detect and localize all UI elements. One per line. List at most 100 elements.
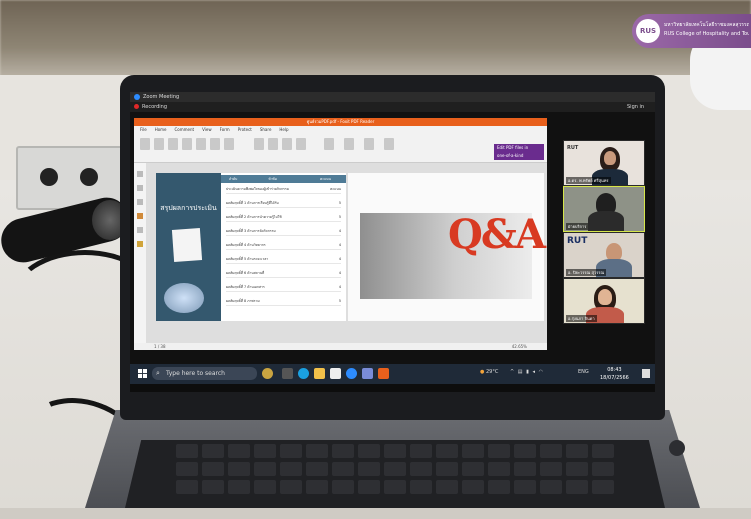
network-icon[interactable]: ▤ (518, 369, 524, 375)
participant-logo: RUT (567, 236, 588, 246)
participant-tile[interactable]: RUT อ. ปิยะวรรณ สุวรรณ (563, 232, 645, 278)
select-tool-icon[interactable] (154, 138, 164, 150)
table-cell: ประเมินความพึงพอใจของผู้เข้าร่วมกิจกรรม (226, 187, 289, 191)
store-icon[interactable] (330, 368, 341, 379)
tab-home[interactable]: Home (155, 126, 167, 134)
key (358, 462, 380, 476)
taskbar-clock[interactable]: 08:43 18/07/2566 (600, 366, 629, 382)
key (384, 444, 406, 458)
key (592, 462, 614, 476)
wifi-icon[interactable]: ◠ (539, 369, 544, 375)
key (462, 444, 484, 458)
participant-tile[interactable]: ฝ่ายบริการ (563, 186, 645, 232)
table-cell: ผลสัมฤทธิ์ที่ 5 (226, 257, 247, 261)
participant-logo: RUT (567, 145, 579, 151)
pages-panel-icon[interactable] (137, 185, 143, 191)
file-explorer-icon[interactable] (314, 368, 325, 379)
zoom-level[interactable]: 42.65% (512, 343, 527, 350)
table-row: ผลสัมฤทธิ์ที่ 5 ด้านระยะเวลา 4 (226, 256, 341, 264)
table-cell: 5 (338, 215, 341, 219)
table-cell: 4 (338, 243, 341, 247)
weather-widget[interactable]: ● 29°C (480, 369, 498, 375)
typewriter-icon[interactable] (254, 138, 264, 150)
layers-panel-icon[interactable] (137, 199, 143, 205)
chevron-up-icon[interactable]: ^ (510, 369, 515, 375)
tab-form[interactable]: Form (220, 126, 230, 134)
table-row: ผลสัมฤทธิ์ที่ 4 ด้านวิทยากร 4 (226, 242, 341, 250)
key (436, 480, 458, 494)
bookmark-icon[interactable] (296, 138, 306, 150)
key (410, 444, 432, 458)
snapshot-icon[interactable] (168, 138, 178, 150)
participant-body (588, 211, 624, 231)
promo-banner[interactable]: Edit PDF files in one-of-a-kind (494, 144, 544, 160)
participant-tile[interactable]: อ.รุ่งนภา จินดา (563, 278, 645, 324)
foxit-icon[interactable] (378, 368, 389, 379)
table-row: ผลสัมฤทธิ์ที่ 3 ด้านการจัดกิจกรรม 4 (226, 228, 341, 236)
system-tray: ^ ▤ ▮ ◂ ◠ (510, 369, 544, 375)
battery-icon[interactable]: ▮ (526, 369, 530, 375)
tab-share[interactable]: Share (260, 126, 272, 134)
table-header-col: คะแนน (320, 177, 331, 181)
rotate-icon[interactable] (224, 138, 234, 150)
sign-in-link[interactable]: Sign in (627, 104, 644, 110)
table-cell: ผลสัมฤทธิ์ที่ 7 (226, 285, 247, 289)
page-fit-icon[interactable] (210, 138, 220, 150)
image-annotation-icon[interactable] (344, 138, 354, 150)
comment-panel-icon[interactable] (137, 213, 143, 219)
bookmark-panel-icon[interactable] (137, 171, 143, 177)
search-placeholder: Type here to search (166, 370, 225, 377)
tab-help[interactable]: Help (279, 126, 288, 134)
clock-time: 08:43 (607, 367, 622, 373)
notification-icon[interactable] (642, 369, 650, 378)
participant-tile[interactable]: RUT อ.ดร. พ.ทรัพย์ ศรีสุนทร (563, 140, 645, 186)
clipboard-icon[interactable] (182, 138, 192, 150)
tab-file[interactable]: File (140, 126, 147, 134)
table-cell: ด้านการเรียนรู้ที่ได้รับ (247, 201, 279, 205)
windows-start-icon[interactable] (138, 369, 147, 378)
table-header-col: ลำดับ (229, 177, 238, 181)
table-row: ผลสัมฤทธิ์ที่ 8 ภาพรวม 5 (226, 298, 341, 306)
table-cell: ผลสัมฤทธิ์ที่ 3 (226, 229, 247, 233)
outlet-socket (80, 168, 98, 186)
key (436, 444, 458, 458)
tab-view[interactable]: View (202, 126, 212, 134)
key (228, 462, 250, 476)
table-row: ประเมินความพึงพอใจของผู้เข้าร่วมกิจกรรม ค… (226, 186, 341, 194)
zoom-icon[interactable] (196, 138, 206, 150)
attachment-panel-icon[interactable] (137, 227, 143, 233)
table-cell: ผลสัมฤทธิ์ที่ 6 (226, 271, 247, 275)
table-cell: 5 (338, 299, 341, 303)
key (332, 462, 354, 476)
audio-video-icon[interactable] (364, 138, 374, 150)
highlight-icon[interactable] (268, 138, 278, 150)
power-button (669, 440, 685, 456)
qa-title: Q&A (448, 211, 546, 258)
key (488, 444, 510, 458)
language-indicator[interactable]: ENG (578, 369, 589, 375)
table-header-col: หัวข้อ (268, 177, 277, 181)
signature-panel-icon[interactable] (137, 241, 143, 247)
link-icon[interactable] (282, 138, 292, 150)
volume-icon[interactable]: ◂ (532, 369, 536, 375)
zoom-app-icon[interactable] (346, 368, 357, 379)
taskbar-search-box[interactable]: ⌕ Type here to search (152, 367, 257, 380)
table-cell: 4 (338, 271, 341, 275)
tab-comment[interactable]: Comment (175, 126, 195, 134)
participant-name: อ.ดร. พ.ทรัพย์ ศรีสุนทร (566, 177, 611, 184)
key (306, 444, 328, 458)
key (488, 480, 510, 494)
file-attachment-icon[interactable] (324, 138, 334, 150)
teams-icon[interactable] (362, 368, 373, 379)
weather-temp: 29°C (485, 369, 499, 375)
tab-protect[interactable]: Protect (238, 126, 252, 134)
cortana-icon[interactable] (262, 368, 273, 379)
table-row: ผลสัมฤทธิ์ที่ 7 ด้านเอกสาร 4 (226, 284, 341, 292)
table-cell: ผลสัมฤทธิ์ที่ 8 (226, 299, 247, 303)
key (202, 462, 224, 476)
web-links-icon[interactable] (384, 138, 394, 150)
hand-tool-icon[interactable] (140, 138, 150, 150)
task-view-icon[interactable] (282, 368, 293, 379)
page-indicator[interactable]: 1 / 38 (154, 344, 166, 349)
edge-icon[interactable] (298, 368, 309, 379)
